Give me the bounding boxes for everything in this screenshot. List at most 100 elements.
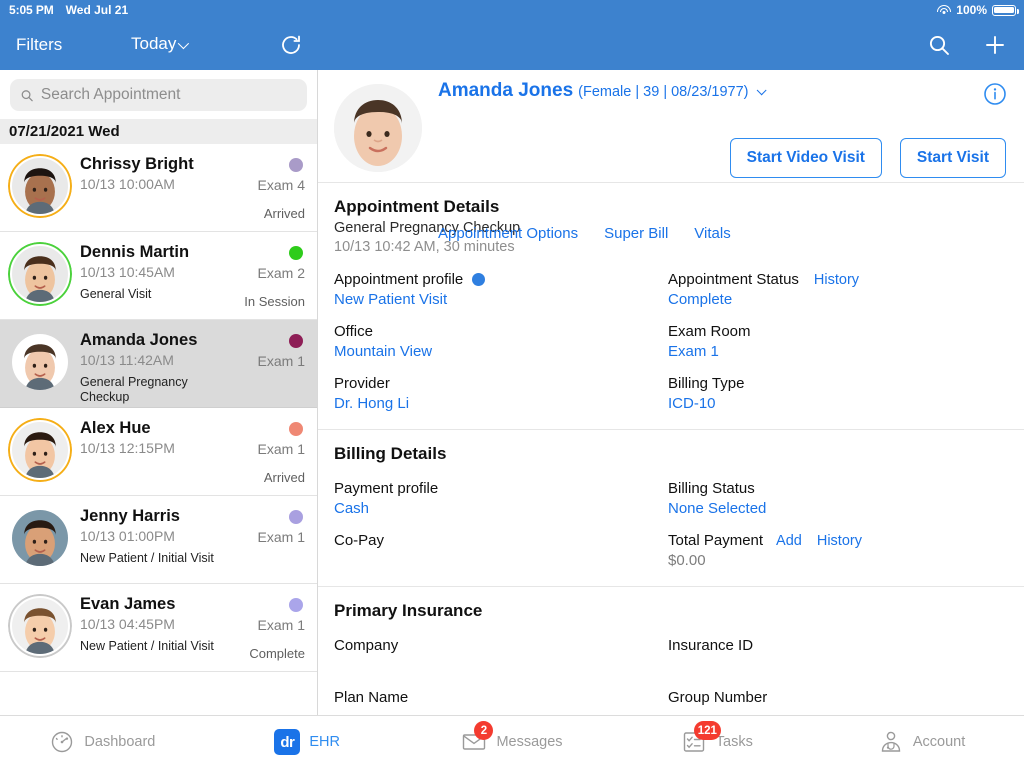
appointment-row[interactable]: Amanda Jones 10/13 11:42AM General Pregnan…	[0, 320, 317, 408]
today-dropdown[interactable]: Today	[131, 34, 190, 54]
billing-details-section: Billing Details Payment profile Cash Billi…	[318, 429, 1024, 586]
field-office: Office Mountain View	[334, 323, 668, 361]
avatar-status-ring	[8, 418, 72, 482]
add-appointment-button[interactable]	[983, 33, 1007, 57]
field-label-text: Co-Pay	[334, 532, 385, 549]
profile-color-dot	[472, 273, 486, 286]
field-value[interactable]: Exam 1	[668, 343, 1024, 361]
field-label-text: Company	[334, 637, 399, 654]
tab-tasks[interactable]: 121 Tasks	[614, 716, 819, 768]
patient-name-dropdown[interactable]: Amanda Jones (Female | 39 | 08/23/1977)	[438, 80, 767, 102]
appointment-room: Exam 1	[257, 353, 305, 369]
status-bar: 5:05 PM Wed Jul 21 100%	[0, 0, 1024, 20]
field-label: Insurance ID	[668, 637, 1024, 654]
appointment-room: Exam 1	[257, 617, 305, 633]
tab-label: Dashboard	[84, 734, 156, 750]
filters-button[interactable]: Filters	[16, 35, 62, 55]
patient-header-links: Appointment Options Super Bill Vitals	[438, 225, 731, 242]
appointment-row[interactable]: Evan James 10/13 04:45PM New Patient / Ini…	[0, 584, 317, 672]
search-container	[0, 70, 317, 119]
appointment-row[interactable]: Alex Hue 10/13 12:15PM Exam 1 Arrived	[0, 408, 317, 496]
appointment-patient-name: Evan James	[80, 595, 176, 613]
field-value[interactable]: None Selected	[668, 500, 1024, 518]
field-label-text: Insurance ID	[668, 637, 754, 654]
appointment-row[interactable]: Jenny Harris 10/13 01:00PM New Patient / I…	[0, 496, 317, 584]
start-visit-button[interactable]: Start Visit	[899, 138, 1006, 178]
appointment-details-title: Appointment Details	[334, 197, 500, 216]
refresh-button[interactable]	[279, 33, 303, 57]
start-video-visit-button[interactable]: Start Video Visit	[729, 138, 882, 178]
field-label: Billing Status	[668, 480, 1024, 497]
appointment-status-label: In Session	[244, 294, 305, 309]
search-appointment-box[interactable]	[10, 79, 307, 111]
tab-label: Tasks	[715, 734, 753, 750]
header-link-super-bill[interactable]: Super Bill	[604, 225, 668, 242]
field-value[interactable]: $0.00	[668, 552, 1024, 570]
tab-label: Messages	[496, 734, 563, 750]
field-appointment-profile: Appointment profile New Patient Visit	[334, 271, 668, 309]
field-billing-type: Billing Type ICD-10	[668, 375, 1024, 413]
field-label: Company	[334, 637, 668, 654]
chevron-down-icon	[178, 37, 190, 50]
header-link-vitals[interactable]: Vitals	[694, 225, 730, 242]
tab-account[interactable]: Account	[819, 716, 1024, 768]
appointment-row[interactable]: Chrissy Bright 10/13 10:00AM Exam 4 Arrived	[0, 144, 317, 232]
appointment-patient-name: Jenny Harris	[80, 507, 180, 525]
field-action-history[interactable]: History	[817, 533, 862, 549]
tab-badge: 121	[693, 721, 721, 740]
avatar-status-ring	[8, 594, 72, 658]
tab-label: Account	[912, 734, 966, 750]
field-value[interactable]: ICD-10	[668, 395, 1024, 413]
field-group-number: Group Number	[668, 689, 1024, 715]
appointment-fields-grid: Appointment profile New Patient Visit Appo…	[318, 257, 1024, 413]
appointment-status-dot	[289, 598, 303, 612]
appointment-reason: New Patient / Initial Visit	[80, 639, 214, 653]
tab-dashboard[interactable]: Dashboard	[0, 716, 205, 768]
tab-label: EHR	[309, 734, 340, 750]
field-value[interactable]: Dr. Hong Li	[334, 395, 668, 413]
field-label-text: Plan Name	[334, 689, 409, 706]
field-action-add[interactable]: Add	[776, 533, 802, 549]
avatar-status-ring	[8, 506, 72, 570]
field-label-text: Total Payment	[668, 532, 764, 549]
field-co-pay: Co-Pay	[334, 532, 668, 570]
dr-logo-icon: dr	[274, 729, 301, 755]
search-input[interactable]	[40, 86, 297, 104]
field-value[interactable]: Mountain View	[334, 343, 668, 361]
field-action-history[interactable]: History	[814, 272, 859, 288]
status-indicators: 100%	[937, 3, 1019, 17]
patient-avatar[interactable]	[334, 84, 422, 172]
field-payment-profile: Payment profile Cash	[334, 480, 668, 518]
avatar	[8, 594, 72, 658]
tab-messages[interactable]: 2 Messages	[410, 716, 615, 768]
date-header: 07/21/2021 Wed	[0, 119, 317, 144]
field-label-text: Appointment Status	[668, 271, 799, 288]
appointment-row[interactable]: Dennis Martin 10/13 10:45AM General Visit E…	[0, 232, 317, 320]
field-label: Provider	[334, 375, 668, 392]
appointment-reason: New Patient / Initial Visit	[80, 551, 214, 565]
field-value[interactable]: New Patient Visit	[334, 291, 668, 309]
appointment-patient-name: Amanda Jones	[80, 331, 198, 349]
field-label-text: Office	[334, 323, 373, 340]
appointment-reason: General Pregnancy Checkup	[80, 375, 188, 404]
global-search-button[interactable]	[927, 33, 951, 57]
dr-logo-icon: dr	[274, 729, 301, 755]
appointment-status-dot	[289, 246, 303, 260]
appointment-time: 10/13 04:45PM	[80, 616, 175, 632]
field-label: Appointment profile	[334, 271, 668, 288]
header-link-appointment-options[interactable]: Appointment Options	[438, 225, 578, 242]
bottom-tab-bar: Dashboard dr EHR 2 Messages 121 Tasks Account	[0, 715, 1024, 768]
appointment-patient-name: Chrissy Bright	[80, 155, 194, 173]
appointment-list: Chrissy Bright 10/13 10:00AM Exam 4 Arrived…	[0, 144, 317, 672]
field-label-text: Appointment profile	[334, 271, 464, 288]
tab-badge: 2	[474, 721, 494, 740]
field-label-text: Group Number	[668, 689, 768, 706]
field-value[interactable]: Complete	[668, 291, 1024, 309]
appointment-time: 10/13 10:00AM	[80, 176, 175, 192]
tab-ehr[interactable]: dr EHR	[205, 716, 410, 768]
patient-detail-panel: Amanda Jones (Female | 39 | 08/23/1977) …	[318, 70, 1024, 715]
appointment-details-section: Appointment Details General Pregnancy Ch…	[318, 183, 1024, 429]
field-value[interactable]: Cash	[334, 500, 668, 518]
doctor-person-icon	[878, 729, 904, 755]
info-icon[interactable]	[983, 82, 1007, 106]
